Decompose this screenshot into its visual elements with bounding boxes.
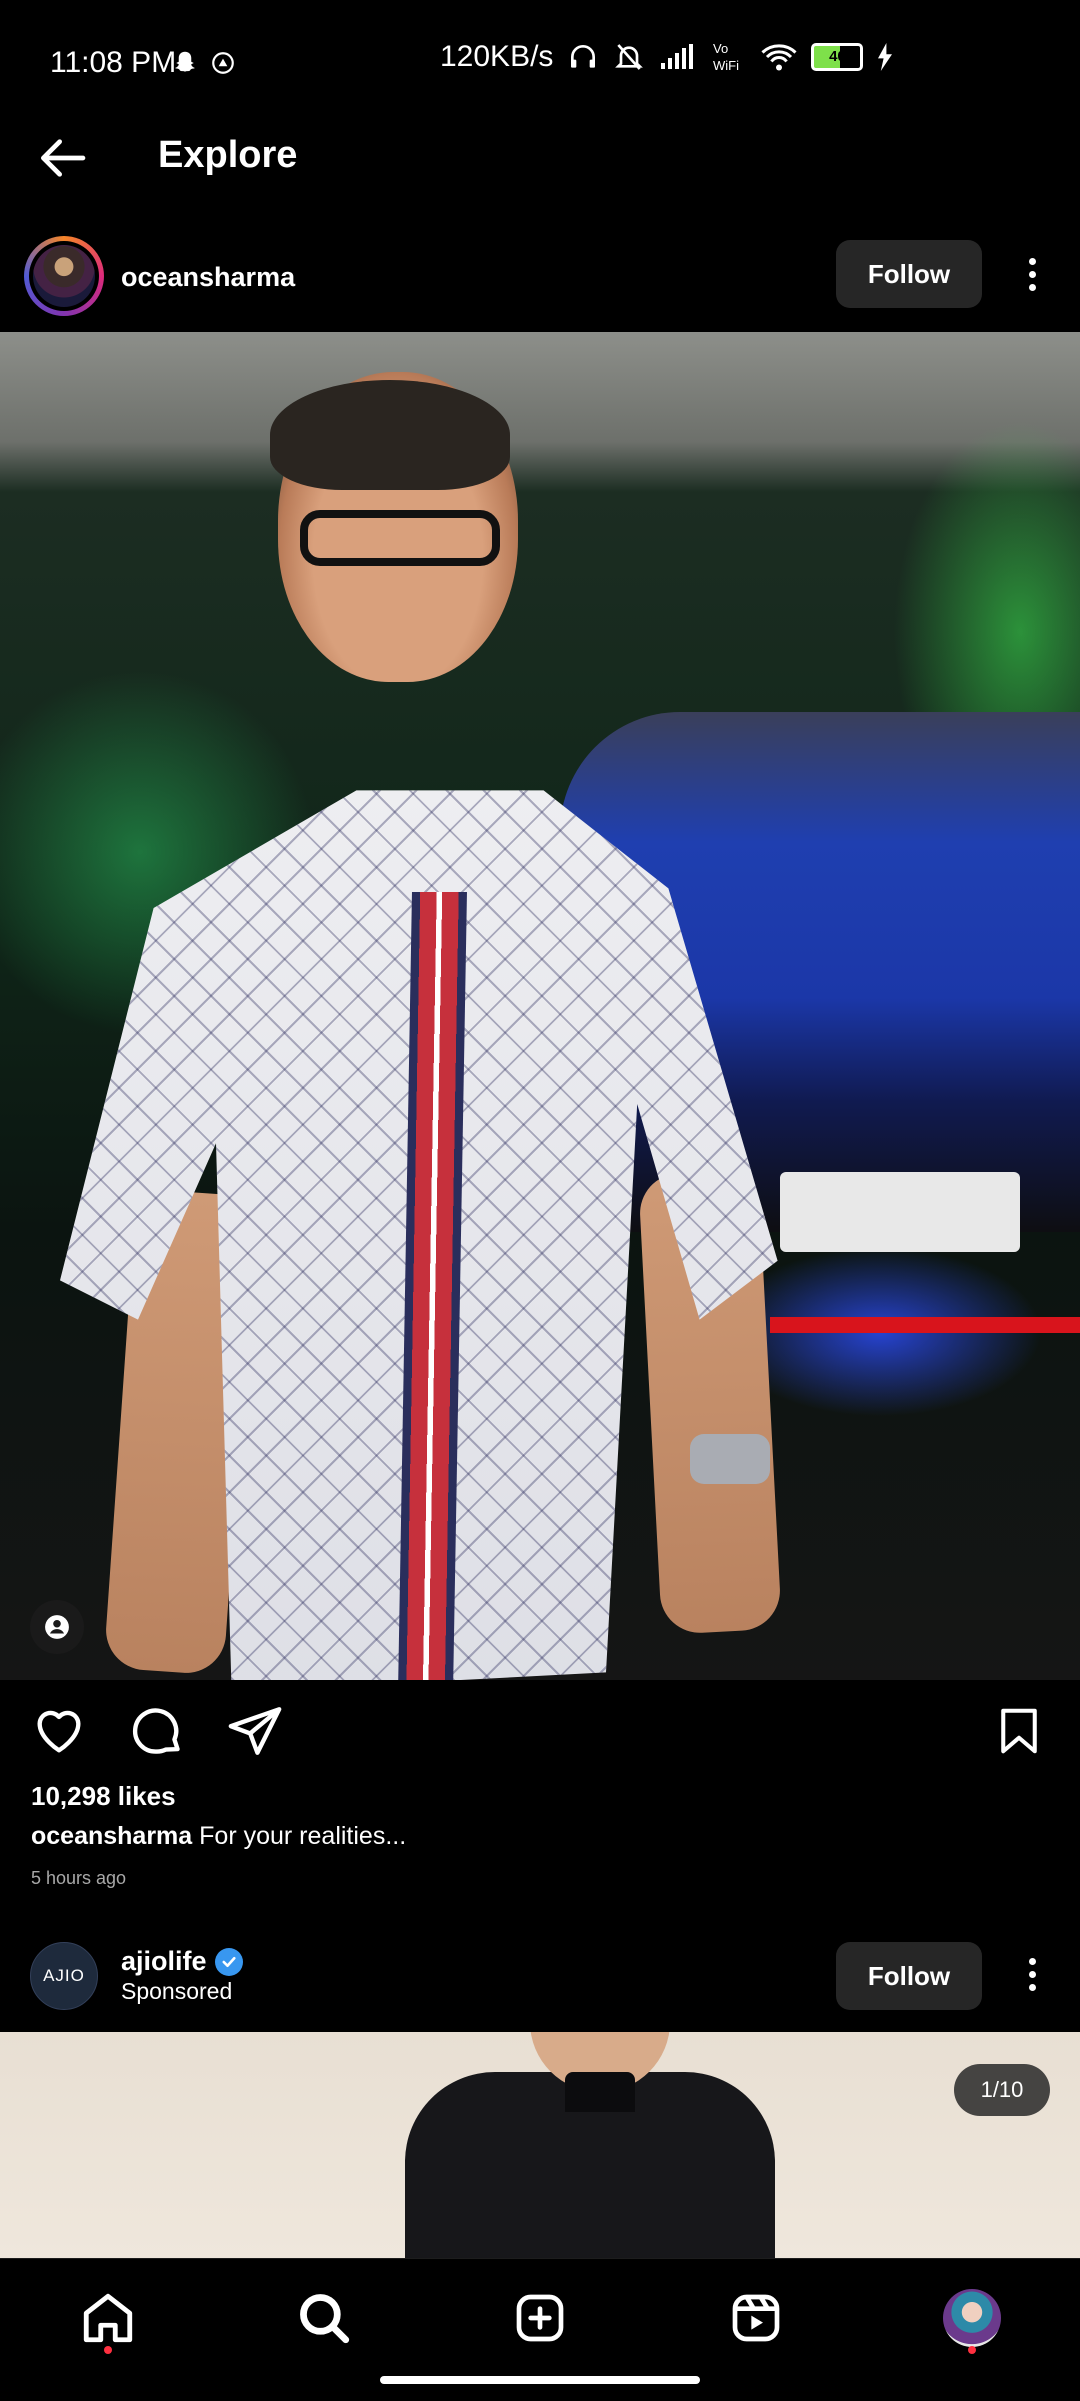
person-hair <box>270 380 510 490</box>
user-avatar[interactable] <box>24 236 104 316</box>
svg-text:Vo: Vo <box>713 41 728 56</box>
model-collar <box>565 2072 635 2112</box>
svg-text:WiFi: WiFi <box>713 58 739 73</box>
follow-button-sponsor[interactable]: Follow <box>836 1942 982 2010</box>
car-plate <box>780 1172 1020 1252</box>
reels-icon <box>732 2294 780 2342</box>
nav-create[interactable] <box>500 2278 580 2358</box>
gesture-bar[interactable] <box>380 2376 700 2384</box>
nav-reels[interactable] <box>716 2278 796 2358</box>
more-options-button[interactable] <box>1017 244 1047 304</box>
person-icon <box>45 1615 69 1639</box>
sponsor-username[interactable]: ajiolife <box>121 1946 207 1977</box>
post-username[interactable]: oceansharma <box>121 262 295 293</box>
like-button[interactable] <box>30 1702 88 1765</box>
comment-button[interactable] <box>128 1702 186 1765</box>
sponsored-label: Sponsored <box>121 1978 233 2004</box>
post-caption: oceansharma For your realities... <box>31 1822 1031 1851</box>
battery-level: 40 <box>829 48 846 65</box>
person-glasses <box>300 510 500 566</box>
post-timestamp: 5 hours ago <box>31 1868 127 1888</box>
home-notification-dot <box>104 2346 112 2354</box>
wifi-icon <box>761 44 797 71</box>
profile-notification-dot <box>968 2346 976 2354</box>
caption-text: For your realities... <box>199 1822 407 1850</box>
send-icon <box>228 1707 282 1755</box>
share-button[interactable] <box>226 1702 284 1765</box>
ajio-avatar[interactable]: AJIO <box>30 1942 98 2010</box>
headphones-icon <box>571 45 596 68</box>
status-bar: 11:08 PM 120KB/s Vo WiFi 40 <box>0 0 1080 130</box>
save-button[interactable] <box>992 1702 1046 1765</box>
bookmark-icon <box>1001 1708 1037 1754</box>
search-icon <box>300 2294 350 2344</box>
like-count[interactable]: 10,298 likes <box>31 1781 176 1812</box>
heart-icon <box>37 1710 81 1753</box>
nav-search[interactable] <box>284 2278 364 2358</box>
home-icon <box>83 2293 133 2343</box>
notification-icon <box>210 50 236 81</box>
charging-icon <box>878 43 893 71</box>
post-image[interactable] <box>0 332 1080 1680</box>
signal-icon <box>661 44 694 69</box>
create-icon <box>516 2294 564 2342</box>
snapchat-icon <box>170 48 200 83</box>
network-speed: 120KB/s <box>440 40 554 73</box>
sponsor-name[interactable]: ajiolife <box>121 1946 243 1977</box>
caption-username[interactable]: oceansharma <box>31 1822 192 1850</box>
back-button[interactable] <box>34 130 94 190</box>
comment-icon <box>132 1708 180 1754</box>
arrow-left-icon <box>41 139 86 177</box>
volte-icon: Vo WiFi <box>713 41 739 73</box>
verified-badge-icon <box>214 1947 243 1976</box>
tagged-people-button[interactable] <box>30 1600 84 1654</box>
profile-avatar <box>943 2289 1001 2347</box>
more-options-button-sponsor[interactable] <box>1017 1944 1047 2004</box>
wristwatch <box>690 1434 770 1484</box>
sponsored-image[interactable] <box>0 2032 1080 2258</box>
status-icons: 120KB/s Vo WiFi 40 <box>440 40 893 74</box>
follow-button[interactable]: Follow <box>836 240 982 308</box>
mute-bell-icon <box>615 44 644 70</box>
avatar-image <box>33 245 95 307</box>
page-title: Explore <box>158 134 298 176</box>
carousel-page-counter: 1/10 <box>954 2064 1050 2116</box>
status-time: 11:08 PM <box>50 46 177 79</box>
car-taillight <box>770 1317 1080 1333</box>
battery-icon: 40 <box>811 43 864 71</box>
